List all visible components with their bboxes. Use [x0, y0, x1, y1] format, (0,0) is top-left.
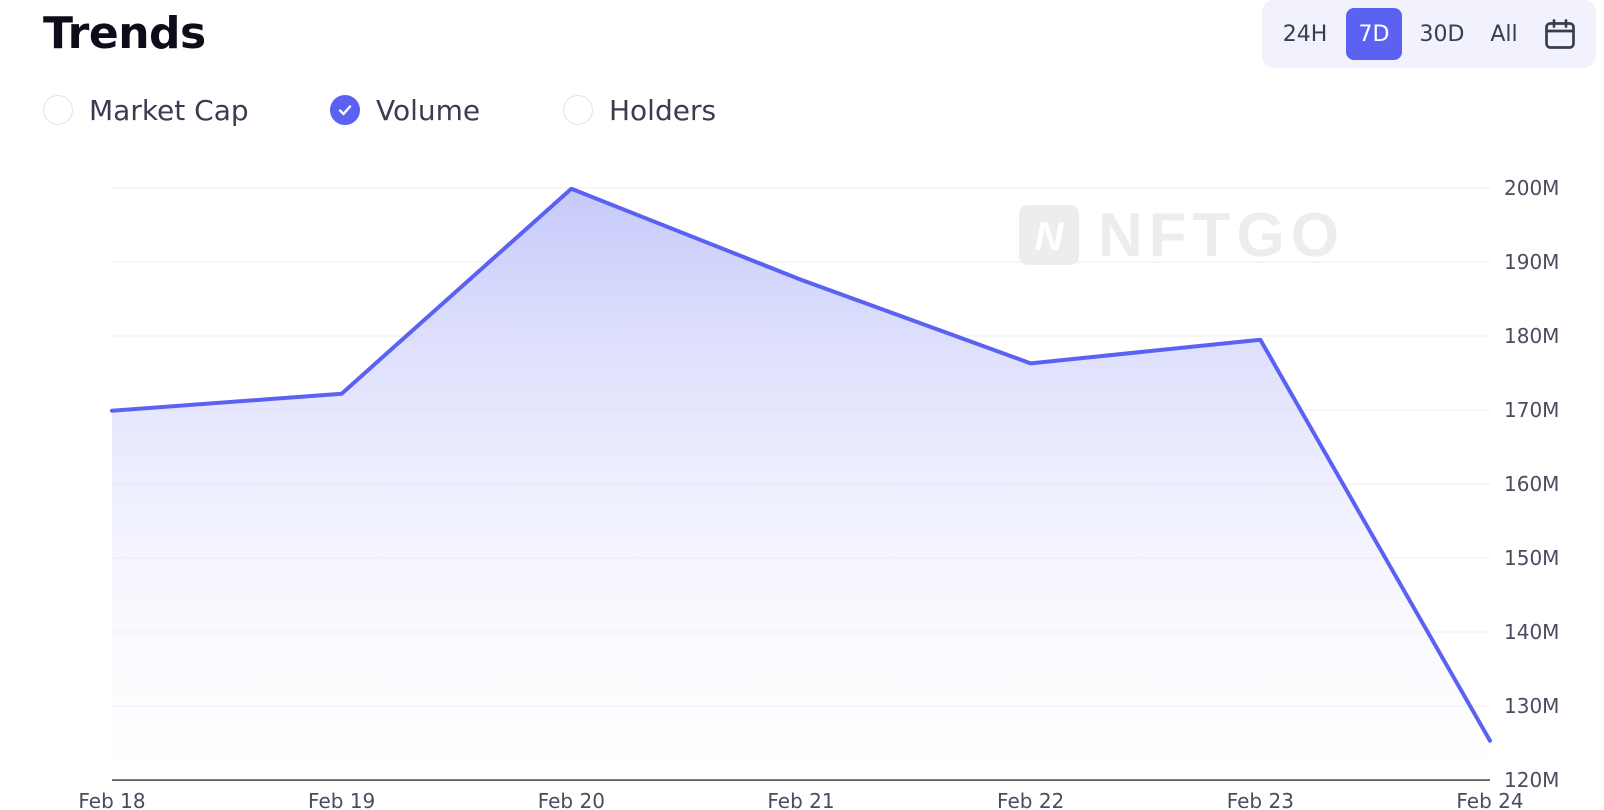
y-tick-label: 140M	[1504, 620, 1559, 644]
x-tick-label: Feb 21	[767, 789, 834, 810]
x-tick-label: Feb 19	[308, 789, 375, 810]
volume-chart: N NFTGO 200M 190M 180M 170M 160M 150M 140M 130M…	[78, 176, 1559, 810]
y-tick-label: 170M	[1504, 398, 1559, 422]
x-tick-label: Feb 18	[78, 789, 145, 810]
y-tick-label: 200M	[1504, 176, 1559, 200]
volume-area	[112, 188, 1490, 781]
watermark: N NFTGO	[1019, 201, 1345, 270]
y-tick-label: 160M	[1504, 472, 1559, 496]
y-tick-label: 190M	[1504, 250, 1559, 274]
x-tick-label: Feb 22	[997, 789, 1064, 810]
x-tick-label: Feb 23	[1227, 789, 1294, 810]
y-tick-label: 130M	[1504, 694, 1559, 718]
watermark-logo-glyph: N	[1035, 215, 1065, 259]
x-tick-label: Feb 20	[538, 789, 605, 810]
watermark-text: NFTGO	[1098, 201, 1345, 270]
y-tick-label: 180M	[1504, 324, 1559, 348]
x-tick-label: Feb 24	[1456, 789, 1523, 810]
y-tick-label: 150M	[1504, 546, 1559, 570]
